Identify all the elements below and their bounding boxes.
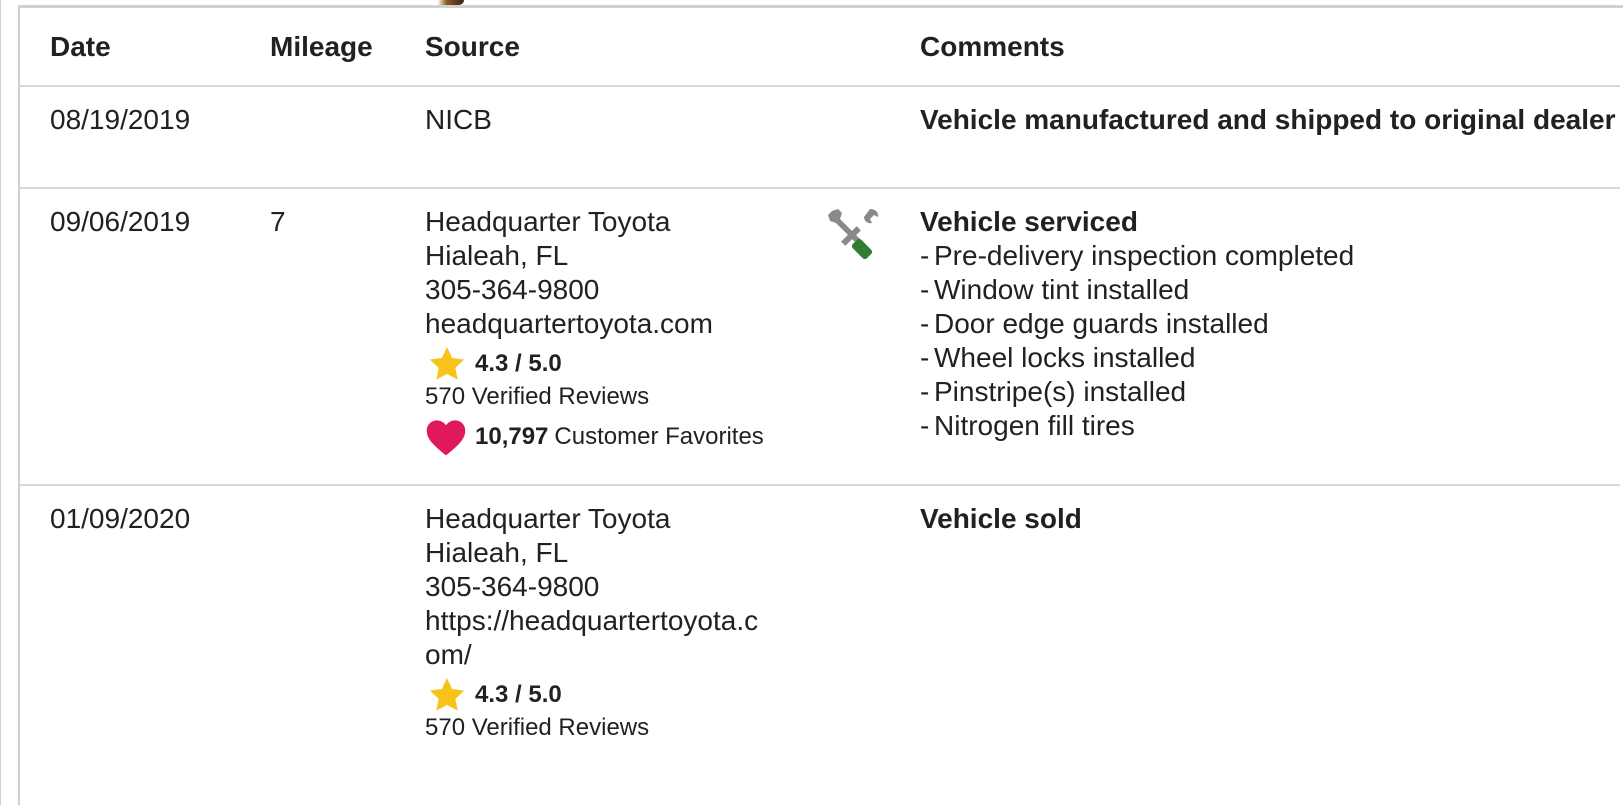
- row-icon-cell: [820, 485, 920, 802]
- comment-title: Vehicle sold: [920, 503, 1082, 534]
- row-comments: Vehicle sold: [920, 485, 1620, 802]
- verified-reviews-link[interactable]: 570 Verified Reviews: [425, 381, 820, 413]
- list-item-text: Pinstripe(s) installed: [934, 376, 1187, 407]
- source-location: Hialeah, FL: [425, 537, 569, 568]
- source-name: NICB: [425, 104, 492, 135]
- list-item-text: Nitrogen fill tires: [934, 410, 1135, 441]
- header-comments: Comments: [920, 30, 1065, 62]
- source-phone[interactable]: 305-364-9800: [425, 273, 820, 307]
- row-icon-cell: [820, 86, 920, 188]
- rating-score: 4.3 / 5.0: [475, 350, 562, 377]
- service-items-list: - Pre-delivery inspection completed - Wind…: [920, 239, 1620, 443]
- verified-reviews-link[interactable]: 570 Verified Reviews: [425, 712, 820, 744]
- list-item: - Nitrogen fill tires: [920, 409, 1620, 443]
- table-row: 01/09/2020 Headquarter Toyota Hialeah, F…: [20, 485, 1620, 802]
- row-mileage: 7: [270, 206, 286, 237]
- rating-score: 4.3 / 5.0: [475, 681, 562, 708]
- table-header-row: Date Mileage Source Comments: [20, 8, 1620, 86]
- header-mileage: Mileage: [270, 30, 373, 62]
- row-source: Headquarter Toyota Hialeah, FL 305-364-9…: [425, 188, 820, 485]
- header-source: Source: [425, 30, 520, 62]
- row-date: 08/19/2019: [50, 104, 191, 135]
- list-item-text: Pre-delivery inspection completed: [934, 240, 1355, 271]
- row-comments: Vehicle manufactured and shipped to orig…: [920, 86, 1620, 188]
- source-website[interactable]: https://headquartertoyota.c: [425, 604, 820, 638]
- row-source: Headquarter Toyota Hialeah, FL 305-364-9…: [425, 485, 820, 802]
- header-date: Date: [50, 30, 111, 62]
- bullet-dash: -: [920, 376, 930, 407]
- table-row: 09/06/2019 7 Headquarter Toyota Hialeah,…: [20, 188, 1620, 485]
- bullet-dash: -: [920, 274, 930, 305]
- list-item-text: Door edge guards installed: [934, 308, 1269, 339]
- dealer-rating: 4.3 / 5.0: [425, 347, 820, 381]
- left-border: [0, 0, 1, 805]
- dealer-rating: 4.3 / 5.0: [425, 678, 820, 712]
- row-mileage: [270, 86, 425, 188]
- list-item: - Pre-delivery inspection completed: [920, 239, 1620, 273]
- comment-title: Vehicle serviced: [920, 206, 1138, 237]
- bullet-dash: -: [920, 342, 930, 373]
- list-item: - Window tint installed: [920, 273, 1620, 307]
- star-icon: [429, 678, 465, 711]
- favorites-label: Customer Favorites: [554, 423, 764, 450]
- source-location: Hialeah, FL: [425, 240, 569, 271]
- favorites-count: 10,797: [475, 423, 549, 450]
- list-item: - Pinstripe(s) installed: [920, 375, 1620, 409]
- source-name[interactable]: Headquarter Toyota: [425, 502, 820, 536]
- source-name[interactable]: Headquarter Toyota: [425, 205, 820, 239]
- bullet-dash: -: [920, 308, 930, 339]
- wrench-screwdriver-icon: [828, 209, 879, 260]
- heart-icon: [426, 420, 466, 456]
- list-item: - Door edge guards installed: [920, 307, 1620, 341]
- source-website[interactable]: headquartertoyota.com: [425, 307, 820, 341]
- row-date: 01/09/2020: [50, 503, 191, 534]
- header-icon-spacer: [820, 8, 920, 86]
- source-phone[interactable]: 305-364-9800: [425, 570, 820, 604]
- row-icon-cell: [820, 188, 920, 485]
- customer-favorites: 10,797 Customer Favorites: [425, 417, 820, 457]
- list-item: - Wheel locks installed: [920, 341, 1620, 375]
- row-source: NICB: [425, 86, 820, 188]
- row-mileage: [270, 485, 425, 802]
- list-item-text: Window tint installed: [934, 274, 1190, 305]
- comment-title: Vehicle manufactured and shipped to orig…: [920, 104, 1616, 135]
- bullet-dash: -: [920, 410, 930, 441]
- row-date: 09/06/2019: [50, 206, 191, 237]
- table-row: 08/19/2019 NICB Vehicle manufactured and…: [20, 86, 1620, 188]
- star-icon: [429, 347, 465, 380]
- source-website-continued[interactable]: om/: [425, 638, 820, 672]
- row-comments: Vehicle serviced - Pre-delivery inspectio…: [920, 188, 1620, 485]
- list-item-text: Wheel locks installed: [934, 342, 1196, 373]
- bullet-dash: -: [920, 240, 930, 271]
- vehicle-history-table: Date Mileage Source Comments 08/19/2019 …: [20, 8, 1620, 802]
